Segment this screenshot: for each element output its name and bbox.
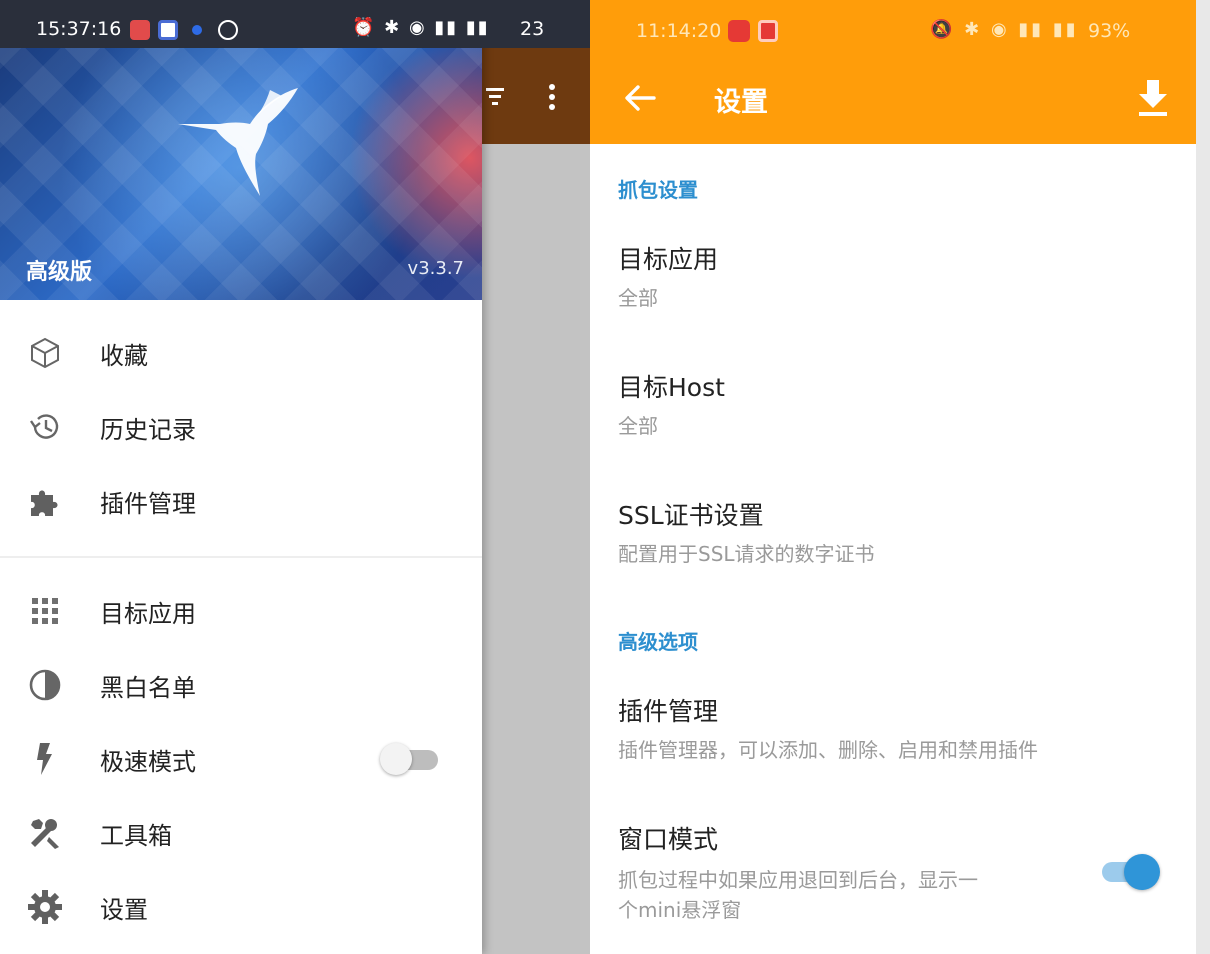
- toggle-thumb: [1124, 854, 1160, 890]
- tools-icon: [26, 814, 64, 852]
- pref-summary: 配置用于SSL请求的数字证书: [618, 542, 875, 566]
- pref-summary-line2: 个mini悬浮窗: [618, 898, 742, 922]
- history-icon: [26, 408, 64, 446]
- pref-summary: 全部: [618, 414, 658, 438]
- notification-dot-icon: [192, 25, 202, 35]
- drawer-header: 高级版 v3.3.7: [0, 48, 482, 300]
- drawer-item-label: 黑白名单: [100, 673, 196, 702]
- battery-level: 93%: [1088, 20, 1131, 42]
- drawer-item-settings[interactable]: 设置: [0, 870, 482, 944]
- screen-edge: [1196, 0, 1210, 954]
- filter-icon[interactable]: [486, 86, 506, 113]
- version-label: v3.3.7: [407, 258, 464, 279]
- pref-title: SSL证书设置: [618, 501, 764, 530]
- drawer-item-label: 收藏: [100, 341, 148, 370]
- toggle-thumb: [380, 743, 412, 775]
- download-icon[interactable]: [1136, 78, 1170, 118]
- menu-divider: [0, 556, 482, 558]
- pref-summary: 全部: [618, 286, 658, 310]
- drawer-item-label: 极速模式: [100, 747, 196, 776]
- pref-summary-line1: 抓包过程中如果应用退回到后台，显示一: [618, 868, 978, 892]
- app-bar: 11:14:20 🔕 ✱ ◉ ▮▮ ▮▮ 93% 设置: [590, 0, 1196, 144]
- edition-label: 高级版: [26, 260, 93, 285]
- turbo-mode-toggle[interactable]: [380, 742, 440, 776]
- notification-app-icon: [158, 20, 178, 40]
- navigation-drawer: 高级版 v3.3.7 收藏 历史记录 插件管理 目标应用 黑白名单 极速模式 工…: [0, 0, 482, 954]
- notification-app-icon: [728, 20, 750, 42]
- contrast-icon: [26, 666, 64, 704]
- system-indicator-icons: ⏰ ✱ ◉ ▮▮ ▮▮: [352, 17, 490, 38]
- hummingbird-logo-icon: [178, 88, 298, 196]
- pref-title: 插件管理: [618, 697, 719, 726]
- drawer-item-turbo-mode[interactable]: 极速模式: [0, 722, 482, 796]
- drawer-item-toolbox[interactable]: 工具箱: [0, 796, 482, 870]
- cube-icon: [26, 334, 64, 372]
- drawer-item-history[interactable]: 历史记录: [0, 390, 482, 464]
- drawer-item-favorites[interactable]: 收藏: [0, 316, 482, 390]
- pref-title: 目标Host: [618, 373, 725, 402]
- pref-summary: 插件管理器，可以添加、删除、启用和禁用插件: [618, 738, 1038, 762]
- gear-icon: [26, 888, 64, 926]
- drawer-item-label: 设置: [100, 895, 148, 924]
- battery-level: 23: [520, 18, 545, 40]
- window-mode-toggle[interactable]: [1100, 852, 1164, 892]
- flash-icon: [26, 740, 64, 778]
- apps-grid-icon: [26, 592, 64, 630]
- compass-icon: [218, 20, 238, 40]
- status-time: 15:37:16: [36, 18, 122, 40]
- more-options-icon[interactable]: [540, 80, 564, 116]
- notification-app-icon: [130, 20, 150, 40]
- drawer-item-target-apps[interactable]: 目标应用: [0, 574, 482, 648]
- drawer-item-label: 插件管理: [100, 489, 196, 518]
- drawer-item-label: 目标应用: [100, 599, 196, 628]
- section-header-advanced: 高级选项: [618, 630, 698, 654]
- drawer-item-label: 历史记录: [100, 415, 196, 444]
- notification-app-icon: [758, 20, 778, 42]
- status-bar: 15:37:16 ⏰ ✱ ◉ ▮▮ ▮▮ 23: [0, 0, 590, 48]
- right-screen: 11:14:20 🔕 ✱ ◉ ▮▮ ▮▮ 93% 设置 抓包设置 目标应用 全部…: [590, 0, 1210, 954]
- left-screen: 高级版 v3.3.7 收藏 历史记录 插件管理 目标应用 黑白名单 极速模式 工…: [0, 0, 590, 954]
- drawer-item-plugins[interactable]: 插件管理: [0, 464, 482, 538]
- pref-title: 目标应用: [618, 245, 719, 274]
- status-time: 11:14:20: [636, 20, 722, 42]
- back-arrow-icon[interactable]: [622, 80, 658, 116]
- section-header-capture: 抓包设置: [618, 178, 698, 202]
- drawer-item-label: 工具箱: [100, 821, 172, 850]
- puzzle-icon: [26, 482, 64, 520]
- page-title: 设置: [714, 87, 768, 118]
- drawer-item-blackwhite-list[interactable]: 黑白名单: [0, 648, 482, 722]
- pref-title: 窗口模式: [618, 825, 719, 854]
- system-indicator-icons: 🔕 ✱ ◉ ▮▮ ▮▮: [930, 19, 1079, 40]
